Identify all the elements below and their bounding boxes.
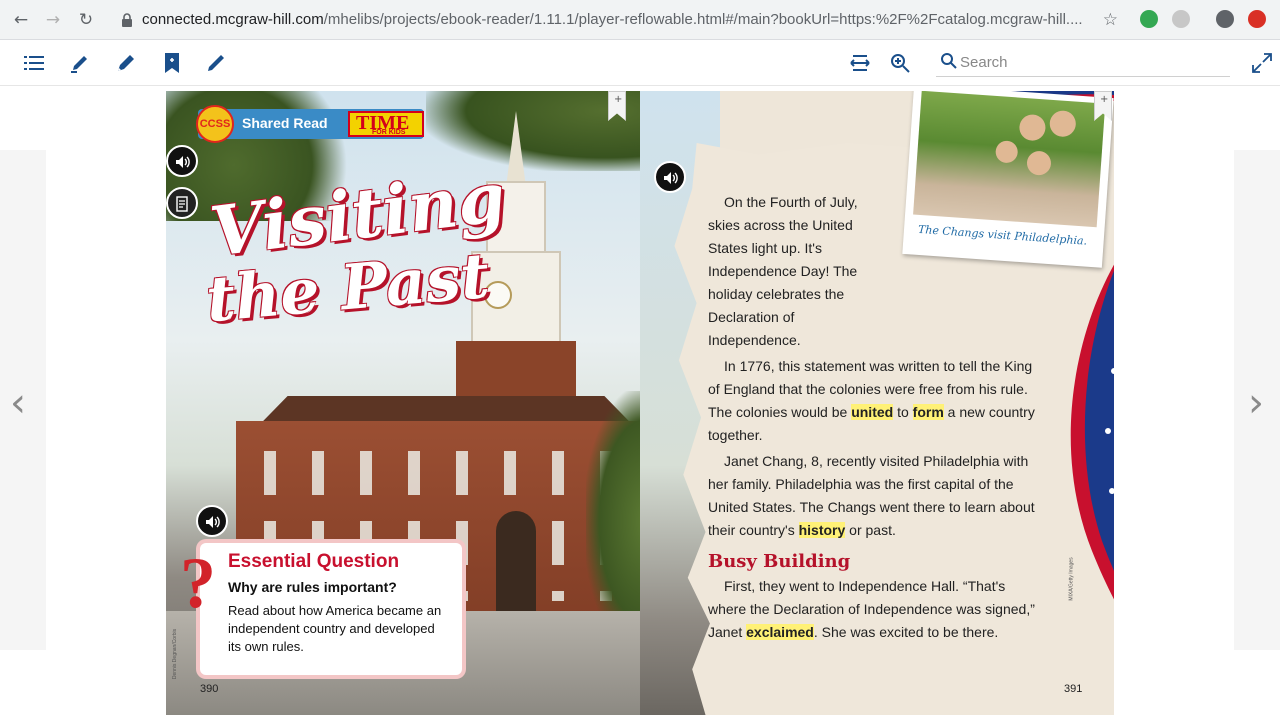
audio-icon [206,516,220,528]
person [1018,113,1047,142]
profile-avatar-icon[interactable] [1216,10,1234,28]
question-mark-icon: ? [180,543,216,623]
chevron-left-icon[interactable]: ‹ [10,380,26,426]
forward-arrow-icon[interactable]: → [42,9,64,31]
reload-icon[interactable]: ↻ [75,9,97,31]
audio-icon [176,156,190,168]
paragraph: Janet Chang, 8, recently visited Philade… [708,450,1044,542]
next-page-panel[interactable]: › [1234,150,1280,650]
left-page: CCSS Shared Read TIME FOR KIDS Visiting … [166,91,640,715]
person [1048,109,1077,138]
article-text: On the Fourth of July, skies across the … [708,191,1044,647]
url-host: connected.mcgraw-hill.com [142,11,324,28]
reader-toolbar [0,40,1280,86]
essential-question-title: Essential Question [228,551,400,572]
time-for-kids-logo: TIME FOR KIDS [348,111,424,137]
text-run: . She was excited to be there. [813,624,999,640]
text-run: or past. [845,522,896,538]
search-box [936,47,1230,77]
extension-icon[interactable] [1140,10,1158,28]
photo-credit: MIXA/Getty Images [1068,557,1075,601]
shared-read-label: Shared Read [242,115,328,131]
page-number: 391 [1064,683,1083,695]
address-bar[interactable]: connected.mcgraw-hill.com/mhelibs/projec… [108,5,1128,35]
url-path: /mhelibs/projects/ebook-reader/1.11.1/pl… [323,11,1083,28]
for-kids-text: FOR KIDS [372,129,406,136]
extension-icon[interactable] [1248,10,1266,28]
read-aloud-button[interactable] [166,187,198,219]
url-text: connected.mcgraw-hill.com/mhelibs/projec… [142,11,1092,28]
paragraph: In 1776, this statement was written to t… [708,355,1044,447]
hall-door [496,511,536,611]
back-arrow-icon[interactable]: ← [10,9,32,31]
pencil-icon[interactable] [204,51,228,75]
extension-icon[interactable] [1172,10,1190,28]
audio-button[interactable] [166,145,198,177]
photo-credit: Dennis Degnan/Corbis [172,628,179,680]
lock-icon [122,13,132,27]
section-heading: Busy Building [708,551,851,572]
document-audio-icon [176,196,188,212]
plus-icon: + [1100,94,1109,105]
audio-icon [664,172,678,184]
vocab-word[interactable]: form [912,404,944,420]
prev-page-panel[interactable]: ‹ [0,150,46,650]
chevron-right-icon[interactable]: › [1248,380,1264,426]
audio-button[interactable] [654,161,686,193]
highlighter-icon[interactable] [68,51,92,75]
essential-question: Why are rules important? [228,579,397,595]
person [1026,150,1052,176]
browser-toolbar: ← → ↻ connected.mcgraw-hill.com/mhelibs/… [0,0,1280,40]
fit-width-icon[interactable] [848,51,872,75]
person [994,140,1019,164]
fullscreen-icon[interactable] [1250,51,1274,75]
bookmark-star-icon[interactable]: ☆ [1103,10,1118,30]
bookmark-icon[interactable] [160,51,184,75]
list-icon[interactable] [22,51,46,75]
zoom-in-icon[interactable] [888,51,912,75]
search-input[interactable] [960,51,1220,73]
search-icon[interactable] [940,52,958,70]
vocab-word[interactable]: exclaimed [746,624,814,640]
page-number: 390 [200,683,219,695]
shared-read-badge: CCSS Shared Read TIME FOR KIDS [196,105,424,143]
ccss-badge: CCSS [196,105,234,143]
plus-icon: + [614,94,623,105]
trees [426,91,640,171]
vocab-word[interactable]: united [851,404,894,420]
text-run: to [893,404,913,420]
paragraph: First, they went to Independence Hall. “… [708,575,1044,644]
book-spread: CCSS Shared Read TIME FOR KIDS Visiting … [166,91,1114,715]
essential-question-body: Read about how America became an indepen… [228,603,442,654]
vocab-word[interactable]: history [798,522,846,538]
paragraph: On the Fourth of July, skies across the … [708,194,858,348]
pen-icon[interactable] [114,51,138,75]
audio-button[interactable] [196,505,228,537]
